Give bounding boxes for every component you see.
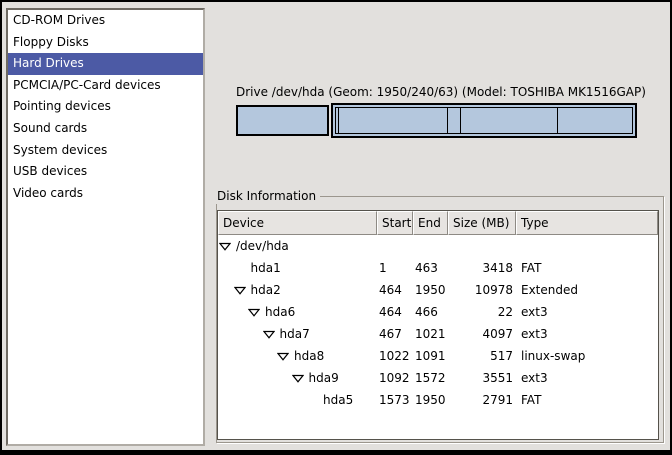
device-name: hda1 (251, 257, 281, 279)
table-row-hda9[interactable]: hda9 109215723551ext3 (218, 367, 658, 389)
expander-icon[interactable] (263, 330, 280, 339)
start-cell: 464 (377, 279, 413, 301)
table-body: /dev/hdahda114633418FAThda2464195010978E… (218, 235, 658, 411)
end-cell: 466 (413, 301, 448, 323)
table-header-row: DeviceStartEndSize (MB)Type (218, 211, 658, 235)
expander-icon[interactable] (234, 286, 251, 295)
column-header-size-mb[interactable]: Size (MB) (448, 211, 516, 235)
disk-information-label: Disk Information (216, 189, 320, 204)
column-header-end[interactable]: End (413, 211, 448, 235)
table-row-hda7[interactable]: hda7 46710214097ext3 (218, 323, 658, 345)
device-name: /dev/hda (236, 235, 289, 257)
sidebar-item-pcmcia-pc-card-devices[interactable]: PCMCIA/PC-Card devices (8, 75, 203, 97)
size-cell: 3551 (448, 367, 516, 389)
table-row-hda8[interactable]: hda8 10221091517linux-swap (218, 345, 658, 367)
drive-title: Drive /dev/hda (Geom: 1950/240/63) (Mode… (236, 85, 637, 100)
column-header-device[interactable]: Device (218, 211, 377, 235)
partition-divider-hda9 (557, 108, 558, 133)
expander-icon[interactable] (277, 352, 294, 361)
type-cell: ext3 (516, 323, 658, 345)
partition-divider-hda6 (338, 108, 339, 133)
end-cell: 1950 (413, 279, 448, 301)
start-cell: 1092 (377, 367, 413, 389)
device-name: hda2 (251, 279, 281, 301)
partition-divider-hda8 (460, 108, 461, 133)
sidebar-item-cd-rom-drives[interactable]: CD-ROM Drives (8, 10, 203, 32)
drive-partition-bar (236, 103, 637, 138)
table-row-hda2[interactable]: hda2 464195010978Extended (218, 279, 658, 301)
end-cell: 463 (413, 257, 448, 279)
hardware-browser-window: CD-ROM DrivesFloppy DisksHard DrivesPCMC… (0, 0, 672, 455)
sidebar-item-usb-devices[interactable]: USB devices (8, 161, 203, 183)
device-name: hda5 (323, 389, 353, 411)
size-cell (448, 235, 516, 257)
table-row-hda6[interactable]: hda6 46446622ext3 (218, 301, 658, 323)
table-row-hda5[interactable]: hda5 157319502791FAT (218, 389, 658, 411)
start-cell (377, 235, 413, 257)
expander-icon[interactable] (292, 374, 309, 383)
type-cell: linux-swap (516, 345, 658, 367)
sidebar-item-pointing-devices[interactable]: Pointing devices (8, 96, 203, 118)
size-cell: 4097 (448, 323, 516, 345)
table-row-hda1[interactable]: hda1 14633418FAT (218, 257, 658, 279)
end-cell: 1950 (413, 389, 448, 411)
device-name: hda6 (265, 301, 295, 323)
logical-partitions-box (335, 107, 633, 134)
partition-segment-hda1 (236, 105, 329, 136)
type-cell: Extended (516, 279, 658, 301)
column-header-type[interactable]: Type (516, 211, 658, 235)
column-header-start[interactable]: Start (377, 211, 413, 235)
type-cell: ext3 (516, 367, 658, 389)
size-cell: 10978 (448, 279, 516, 301)
type-cell (516, 235, 658, 257)
disk-table: DeviceStartEndSize (MB)Type /dev/hdahda1… (217, 210, 659, 440)
partition-segment-extended-hda2 (331, 103, 637, 138)
expander-icon[interactable] (248, 308, 265, 317)
end-cell (413, 235, 448, 257)
type-cell: FAT (516, 257, 658, 279)
sidebar-item-hard-drives[interactable]: Hard Drives (8, 53, 203, 75)
start-cell: 464 (377, 301, 413, 323)
end-cell: 1091 (413, 345, 448, 367)
table-row-dev-hda[interactable]: /dev/hda (218, 235, 658, 257)
type-cell: ext3 (516, 301, 658, 323)
size-cell: 517 (448, 345, 516, 367)
start-cell: 1022 (377, 345, 413, 367)
start-cell: 1 (377, 257, 413, 279)
start-cell: 467 (377, 323, 413, 345)
partition-divider-hda7 (447, 108, 448, 133)
device-name: hda8 (294, 345, 324, 367)
size-cell: 22 (448, 301, 516, 323)
sidebar-item-floppy-disks[interactable]: Floppy Disks (8, 32, 203, 54)
device-category-list: CD-ROM DrivesFloppy DisksHard DrivesPCMC… (6, 8, 205, 446)
sidebar-item-system-devices[interactable]: System devices (8, 140, 203, 162)
device-name: hda9 (309, 367, 339, 389)
type-cell: FAT (516, 389, 658, 411)
sidebar-item-sound-cards[interactable]: Sound cards (8, 118, 203, 140)
size-cell: 3418 (448, 257, 516, 279)
sidebar-item-video-cards[interactable]: Video cards (8, 183, 203, 205)
end-cell: 1572 (413, 367, 448, 389)
end-cell: 1021 (413, 323, 448, 345)
size-cell: 2791 (448, 389, 516, 411)
start-cell: 1573 (377, 389, 413, 411)
device-name: hda7 (280, 323, 310, 345)
expander-icon[interactable] (219, 242, 236, 251)
